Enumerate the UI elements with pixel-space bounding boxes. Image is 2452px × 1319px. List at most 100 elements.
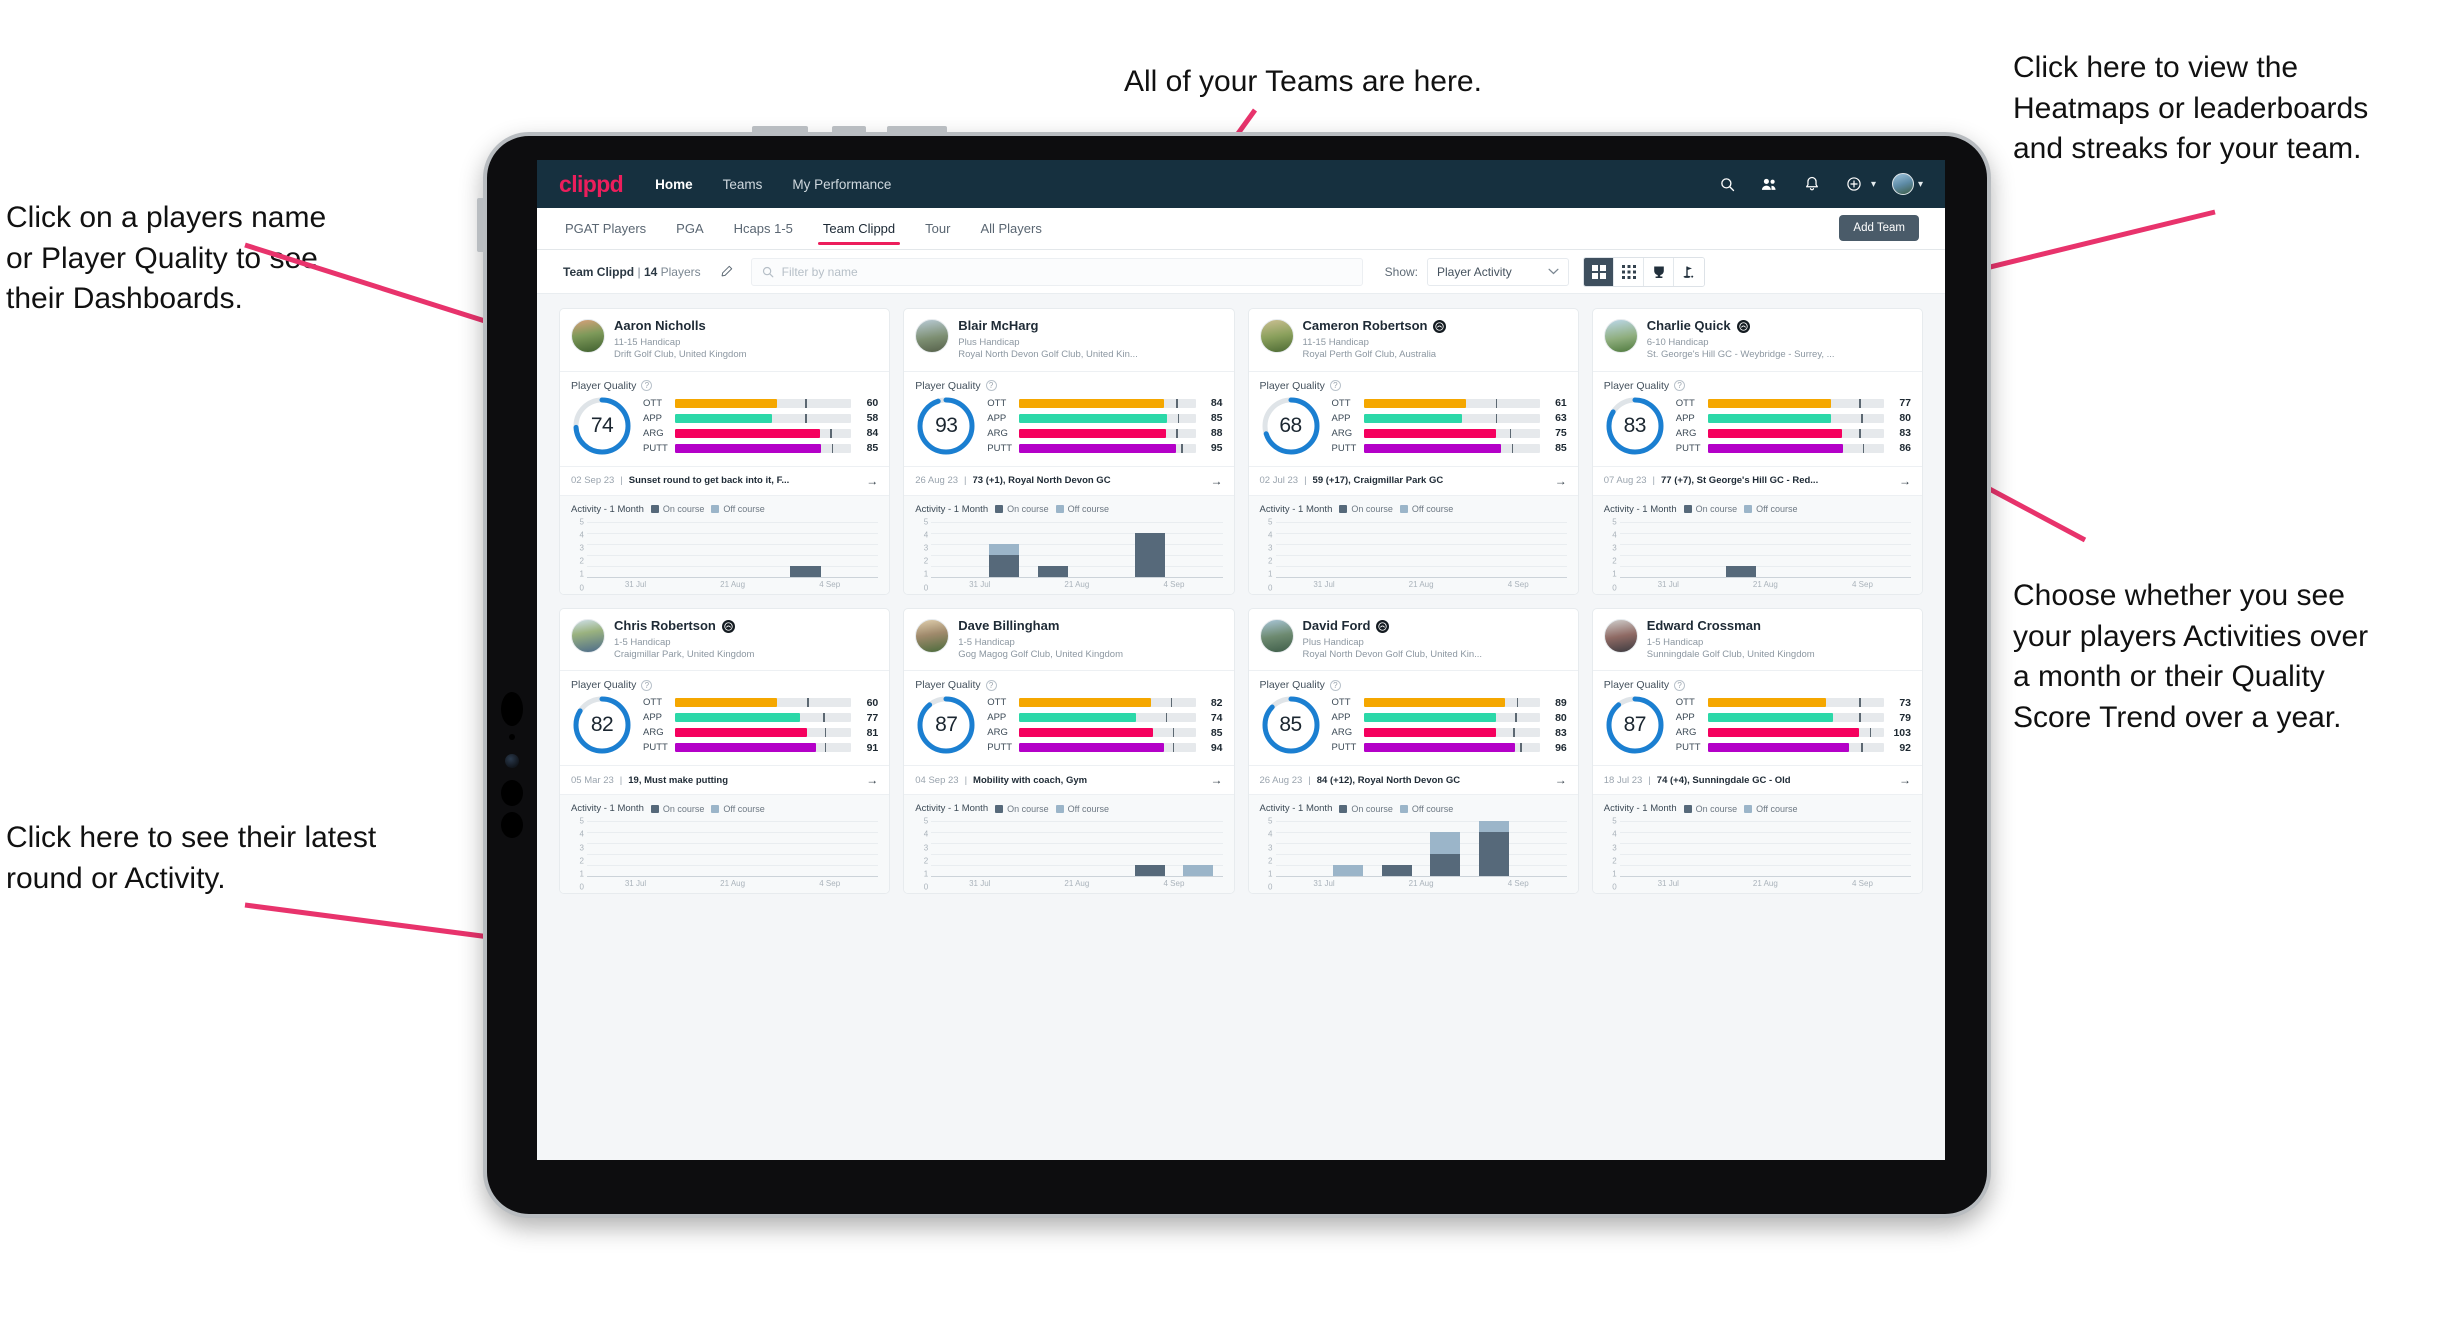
tab-tour[interactable]: Tour — [923, 210, 952, 247]
help-icon[interactable]: ? — [1329, 679, 1341, 691]
verified-badge-icon — [1376, 619, 1390, 633]
player-name[interactable]: Edward Crossman — [1647, 618, 1761, 634]
legend-off-course: Off course — [1055, 504, 1109, 514]
player-card[interactable]: Cameron Robertson 11-15 Handicap Royal Per… — [1247, 308, 1579, 595]
player-card-header[interactable]: Blair McHarg Plus Handicap Royal North Dev… — [904, 309, 1233, 371]
player-card[interactable]: Dave Billingham 1-5 Handicap Gog Magog Gol… — [903, 607, 1235, 895]
arrow-right-icon[interactable]: → — [862, 474, 878, 488]
player-quality-section[interactable]: Player Quality? 68 OTT 61 APP 63 ARG 75 PUTT 85 — [1249, 372, 1578, 466]
tab-team-clippd[interactable]: Team Clippd — [817, 210, 901, 247]
chart-y-tick: 1 — [1268, 869, 1273, 879]
player-quality-section[interactable]: Player Quality? 74 OTT 60 APP 58 ARG 84 PUTT 85 — [560, 372, 889, 466]
latest-activity-row[interactable]: 26 Aug 23 | 73 (+1), Royal North Devon GC → — [904, 465, 1234, 496]
help-icon[interactable]: ? — [641, 380, 653, 392]
golf-flag-view-icon[interactable] — [1674, 257, 1705, 286]
player-name-row[interactable]: Cameron Robertson — [1303, 318, 1567, 334]
player-card[interactable]: David Ford Plus Handicap Royal North Devon… — [1247, 607, 1579, 895]
player-name-row[interactable]: Dave Billingham — [958, 618, 1222, 634]
arrow-right-icon[interactable]: → — [1551, 474, 1567, 488]
player-name[interactable]: David Ford — [1303, 618, 1371, 634]
arrow-right-icon[interactable]: → — [1551, 773, 1567, 787]
quality-metric-row: PUTT 94 — [987, 742, 1222, 754]
help-icon[interactable]: ? — [641, 679, 653, 691]
chart-y-tick: 3 — [579, 843, 584, 853]
player-card-header[interactable]: David Ford Plus Handicap Royal North Devon… — [1249, 609, 1578, 671]
tab-pga[interactable]: PGA — [674, 210, 705, 247]
player-name-row[interactable]: Blair McHarg — [958, 318, 1222, 334]
people-icon[interactable] — [1757, 171, 1783, 197]
latest-activity-row[interactable]: 07 Aug 23 | 77 (+7), St George's Hill GC -… — [1592, 465, 1922, 496]
player-name-row[interactable]: Chris Robertson — [614, 618, 878, 634]
latest-activity-row[interactable]: 26 Aug 23 | 84 (+12), Royal North Devon GC… — [1248, 765, 1578, 796]
player-name[interactable]: Aaron Nicholls — [614, 318, 706, 334]
player-name-row[interactable]: David Ford — [1303, 618, 1567, 634]
pencil-icon[interactable] — [713, 258, 741, 286]
show-select[interactable]: Player Activity — [1427, 257, 1570, 286]
trophy-leaderboard-view-icon[interactable] — [1644, 257, 1675, 286]
player-card-header[interactable]: Aaron Nicholls 11-15 Handicap Drift Golf C… — [560, 309, 889, 371]
player-card[interactable]: Blair McHarg Plus Handicap Royal North Dev… — [903, 308, 1235, 595]
arrow-right-icon[interactable]: → — [1207, 773, 1223, 787]
metric-label: OTT — [1331, 697, 1351, 709]
tab-pgat-players[interactable]: PGAT Players — [563, 210, 648, 247]
player-card-header[interactable]: Chris Robertson 1-5 Handicap Craigmillar P… — [560, 609, 889, 671]
player-quality-section[interactable]: Player Quality? 82 OTT 60 APP 77 ARG 81 PUTT 91 — [560, 671, 889, 765]
player-card-header[interactable]: Edward Crossman 1-5 Handicap Sunningdale G… — [1593, 609, 1922, 671]
player-name[interactable]: Dave Billingham — [958, 618, 1059, 634]
tab-all-players[interactable]: All Players — [978, 210, 1043, 247]
player-quality-section[interactable]: Player Quality? 87 OTT 82 APP 74 ARG 85 PUTT 94 — [904, 671, 1233, 765]
account-chevron-down-icon[interactable]: ▾ — [1918, 179, 1923, 190]
player-card[interactable]: Aaron Nicholls 11-15 Handicap Drift Golf C… — [559, 308, 891, 595]
nav-link-home[interactable]: Home — [653, 173, 695, 196]
player-card[interactable]: Edward Crossman 1-5 Handicap Sunningdale G… — [1591, 607, 1923, 895]
search-input[interactable]: Filter by name — [750, 257, 1363, 286]
arrow-right-icon[interactable]: → — [1895, 773, 1911, 787]
grid-large-view-icon[interactable] — [1584, 257, 1615, 286]
chart-bars — [1276, 522, 1567, 577]
plus-menu-chevron-down-icon[interactable]: ▾ — [1871, 179, 1876, 190]
player-name-row[interactable]: Aaron Nicholls — [614, 318, 878, 334]
player-name[interactable]: Cameron Robertson — [1303, 318, 1428, 334]
bell-icon[interactable] — [1799, 171, 1825, 197]
player-name-row[interactable]: Charlie Quick — [1647, 318, 1911, 334]
player-quality-section[interactable]: Player Quality? 93 OTT 84 APP 85 ARG 88 PUTT 95 — [904, 372, 1233, 466]
player-name[interactable]: Charlie Quick — [1647, 318, 1731, 334]
player-quality-section[interactable]: Player Quality? 85 OTT 89 APP 80 ARG 83 PUTT 96 — [1249, 671, 1578, 765]
metric-label: APP — [1675, 412, 1695, 424]
quality-ring: 87 — [915, 694, 977, 756]
player-quality-section[interactable]: Player Quality? 83 OTT 77 APP 80 ARG 83 PUTT 86 — [1593, 372, 1922, 466]
grid-small-view-icon[interactable] — [1614, 257, 1645, 286]
player-name-row[interactable]: Edward Crossman — [1647, 618, 1911, 634]
avatar[interactable] — [1891, 173, 1914, 195]
quality-metric-row: APP 80 — [1676, 412, 1911, 424]
help-icon[interactable]: ? — [1674, 380, 1686, 392]
nav-link-my-performance[interactable]: My Performance — [790, 173, 893, 196]
latest-activity-row[interactable]: 02 Jul 23 | 59 (+17), Craigmillar Park GC → — [1248, 465, 1578, 496]
player-quality-section[interactable]: Player Quality? 87 OTT 73 APP 79 ARG 103 PUTT 92 — [1593, 671, 1922, 765]
help-icon[interactable]: ? — [985, 679, 997, 691]
plus-circle-icon[interactable] — [1841, 171, 1867, 197]
latest-activity-row[interactable]: 18 Jul 23 | 74 (+4), Sunningdale GC - Old → — [1592, 765, 1922, 796]
latest-activity-row[interactable]: 05 Mar 23 | 19, Must make putting → — [560, 765, 890, 796]
player-card-header[interactable]: Charlie Quick 6-10 Handicap St. George's H… — [1593, 309, 1922, 371]
player-name[interactable]: Chris Robertson — [614, 618, 716, 634]
help-icon[interactable]: ? — [1329, 380, 1341, 392]
search-icon[interactable] — [1715, 171, 1741, 197]
player-name[interactable]: Blair McHarg — [958, 318, 1038, 334]
latest-activity-row[interactable]: 02 Sep 23 | Sunset round to get back into … — [560, 465, 890, 496]
player-card-header[interactable]: Cameron Robertson 11-15 Handicap Royal Per… — [1249, 309, 1578, 371]
add-team-button[interactable]: Add Team — [1839, 215, 1919, 241]
arrow-right-icon[interactable]: → — [862, 773, 878, 787]
arrow-right-icon[interactable]: → — [1895, 474, 1911, 488]
clippd-logo[interactable]: clippd — [559, 171, 624, 198]
nav-link-teams[interactable]: Teams — [721, 173, 765, 196]
help-icon[interactable]: ? — [1674, 679, 1686, 691]
tab-hcaps-1-5[interactable]: Hcaps 1-5 — [732, 210, 795, 247]
help-icon[interactable]: ? — [985, 380, 997, 392]
chart-y-tick: 2 — [1268, 556, 1273, 566]
player-card[interactable]: Chris Robertson 1-5 Handicap Craigmillar P… — [559, 607, 891, 895]
player-card-header[interactable]: Dave Billingham 1-5 Handicap Gog Magog Gol… — [904, 609, 1233, 671]
player-card[interactable]: Charlie Quick 6-10 Handicap St. George's H… — [1591, 308, 1923, 595]
arrow-right-icon[interactable]: → — [1207, 474, 1223, 488]
latest-activity-row[interactable]: 04 Sep 23 | Mobility with coach, Gym → — [904, 765, 1234, 796]
